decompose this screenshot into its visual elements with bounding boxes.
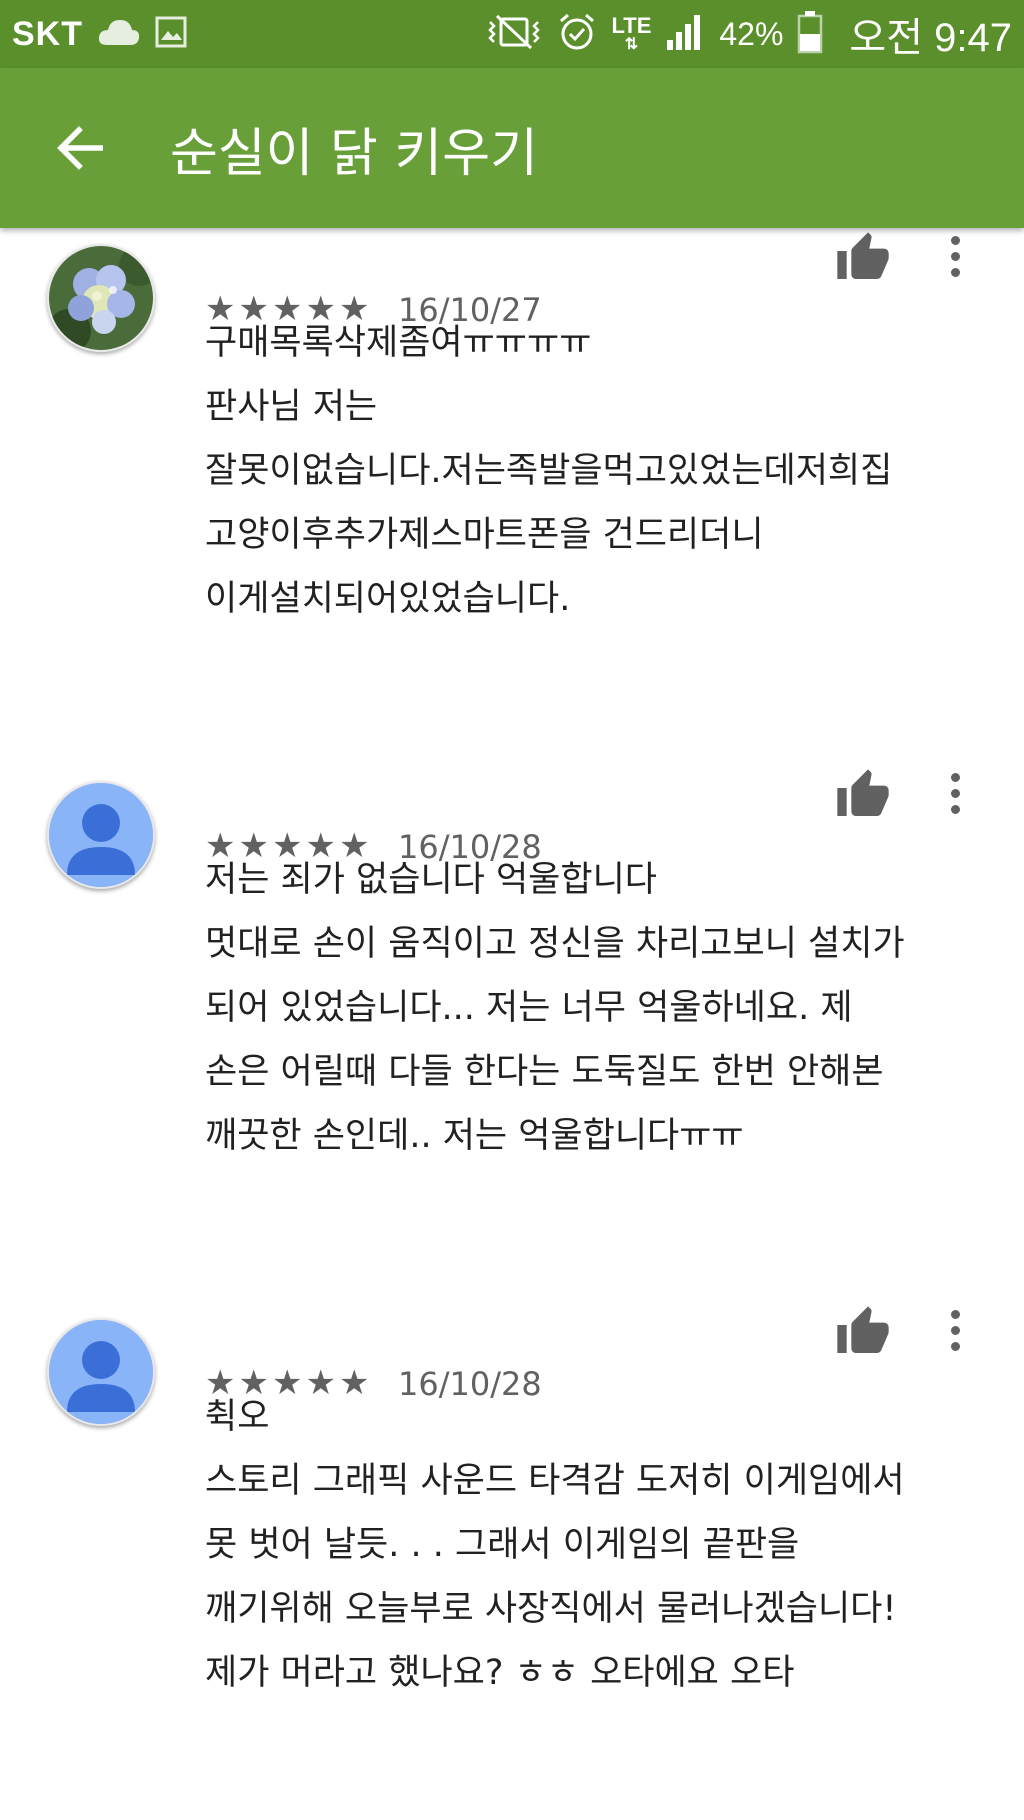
lte-icon: LTE ⇅ xyxy=(611,15,651,53)
review-line: 손은 어릴때 다들 한다는 도둑질도 한번 안해본 xyxy=(205,1052,884,1092)
lte-label: LTE xyxy=(611,13,652,38)
alarm-icon xyxy=(557,12,597,56)
more-options-button[interactable] xyxy=(935,228,975,284)
battery-percent: 42% xyxy=(719,15,784,52)
more-options-button[interactable] xyxy=(935,765,975,821)
review-line: 깨끗한 손인데.. 저는 억울합니다ㅠㅠ xyxy=(205,1116,744,1156)
helpful-button[interactable] xyxy=(835,230,891,286)
more-vert-dot xyxy=(950,1325,960,1335)
review-list[interactable]: ★ ★ ★ ★ ★ 16/10/27 구매목록삭제좀여ㅠㅠㅠㅠ 판사님 저는 잘못이없습… xyxy=(0,228,1024,1820)
avatar[interactable] xyxy=(47,1318,155,1426)
cloud-icon xyxy=(97,17,141,51)
avatar[interactable] xyxy=(47,244,155,352)
more-options-button[interactable] xyxy=(935,1302,975,1358)
more-vert-icon xyxy=(950,235,960,245)
review-line: 판사님 저는 xyxy=(205,387,378,427)
helpful-button[interactable] xyxy=(835,767,891,823)
clock: 오전 9:47 xyxy=(849,16,1012,60)
thumbs-up-icon xyxy=(837,769,889,816)
review-line: 깨기위해 오늘부로 사장직에서 물러나겠습니다! xyxy=(205,1589,897,1629)
vibrate-mute-icon xyxy=(485,14,543,54)
more-vert-icon xyxy=(950,772,960,782)
more-vert-dot xyxy=(950,804,960,814)
review-item: ★ ★ ★ ★ ★ 16/10/28 췩오 스토리 그래픽 사운드 타격감 도저히 이게… xyxy=(0,1302,1024,1820)
review-line: 못 벗어 날듯. . . 그래서 이게임의 끝판을 xyxy=(205,1525,800,1565)
review-line: 이게설치되어있었습니다. xyxy=(205,579,571,619)
more-vert-dot xyxy=(950,267,960,277)
review-text: 저는 죄가 없습니다 억울합니다 멋대로 손이 움직이고 정신을 차리고보니 설… xyxy=(205,848,994,1168)
person-icon xyxy=(49,783,153,887)
more-vert-dot xyxy=(950,788,960,798)
more-vert-dot xyxy=(950,1341,960,1351)
image-icon xyxy=(155,16,187,52)
page-title: 순실이 닭 키우기 xyxy=(170,123,538,184)
carrier-label: SKT xyxy=(12,14,83,53)
data-arrows-icon: ⇅ xyxy=(624,36,639,53)
review-text: 구매목록삭제좀여ㅠㅠㅠㅠ 판사님 저는 잘못이없습니다.저는족발을먹고있었는데저… xyxy=(205,311,994,631)
helpful-button[interactable] xyxy=(835,1304,891,1360)
signal-icon xyxy=(665,12,705,56)
battery-icon xyxy=(797,10,823,58)
person-icon xyxy=(49,1320,153,1424)
avatar[interactable] xyxy=(47,781,155,889)
review-line: 되어 있었습니다... 저는 너무 억울하네요. 제 xyxy=(205,988,853,1028)
status-right: LTE ⇅ 42% 오전 9:47 xyxy=(485,5,1012,63)
more-vert-dot xyxy=(950,251,960,261)
flower-photo-image xyxy=(49,246,153,350)
review-item: ★ ★ ★ ★ ★ 16/10/28 저는 죄가 없습니다 억울합니다 멋대로 손이 움… xyxy=(0,765,1024,1302)
thumbs-up-icon xyxy=(837,232,889,279)
review-line: 고양이후추가제스마트폰을 건드리더니 xyxy=(205,515,764,555)
review-item: ★ ★ ★ ★ ★ 16/10/27 구매목록삭제좀여ㅠㅠㅠㅠ 판사님 저는 잘못이없습… xyxy=(0,228,1024,765)
review-line: 멋대로 손이 움직이고 정신을 차리고보니 설치가 xyxy=(205,924,905,964)
review-line: 제가 머라고 했나요? ㅎㅎ 오타에요 오타 xyxy=(205,1653,795,1693)
review-line: 췩오 xyxy=(205,1397,270,1437)
review-line: 스토리 그래픽 사운드 타격감 도저히 이게임에서 xyxy=(205,1461,905,1501)
arrow-back-icon xyxy=(57,126,103,170)
review-line: 잘못이없습니다.저는족발을먹고있었는데저희집 xyxy=(205,451,893,491)
status-bar: SKT LTE ⇅ 42% 오전 9:47 xyxy=(0,0,1024,68)
status-left: SKT xyxy=(12,15,187,54)
review-line: 구매목록삭제좀여ㅠㅠㅠㅠ xyxy=(205,323,592,363)
review-line: 저는 죄가 없습니다 억울합니다 xyxy=(205,860,657,900)
back-button[interactable] xyxy=(0,68,160,228)
thumbs-up-icon xyxy=(837,1306,889,1353)
review-text: 췩오 스토리 그래픽 사운드 타격감 도저히 이게임에서 못 벗어 날듯. . … xyxy=(205,1385,994,1705)
app-bar: 순실이 닭 키우기 xyxy=(0,68,1024,228)
more-vert-icon xyxy=(950,1309,960,1319)
